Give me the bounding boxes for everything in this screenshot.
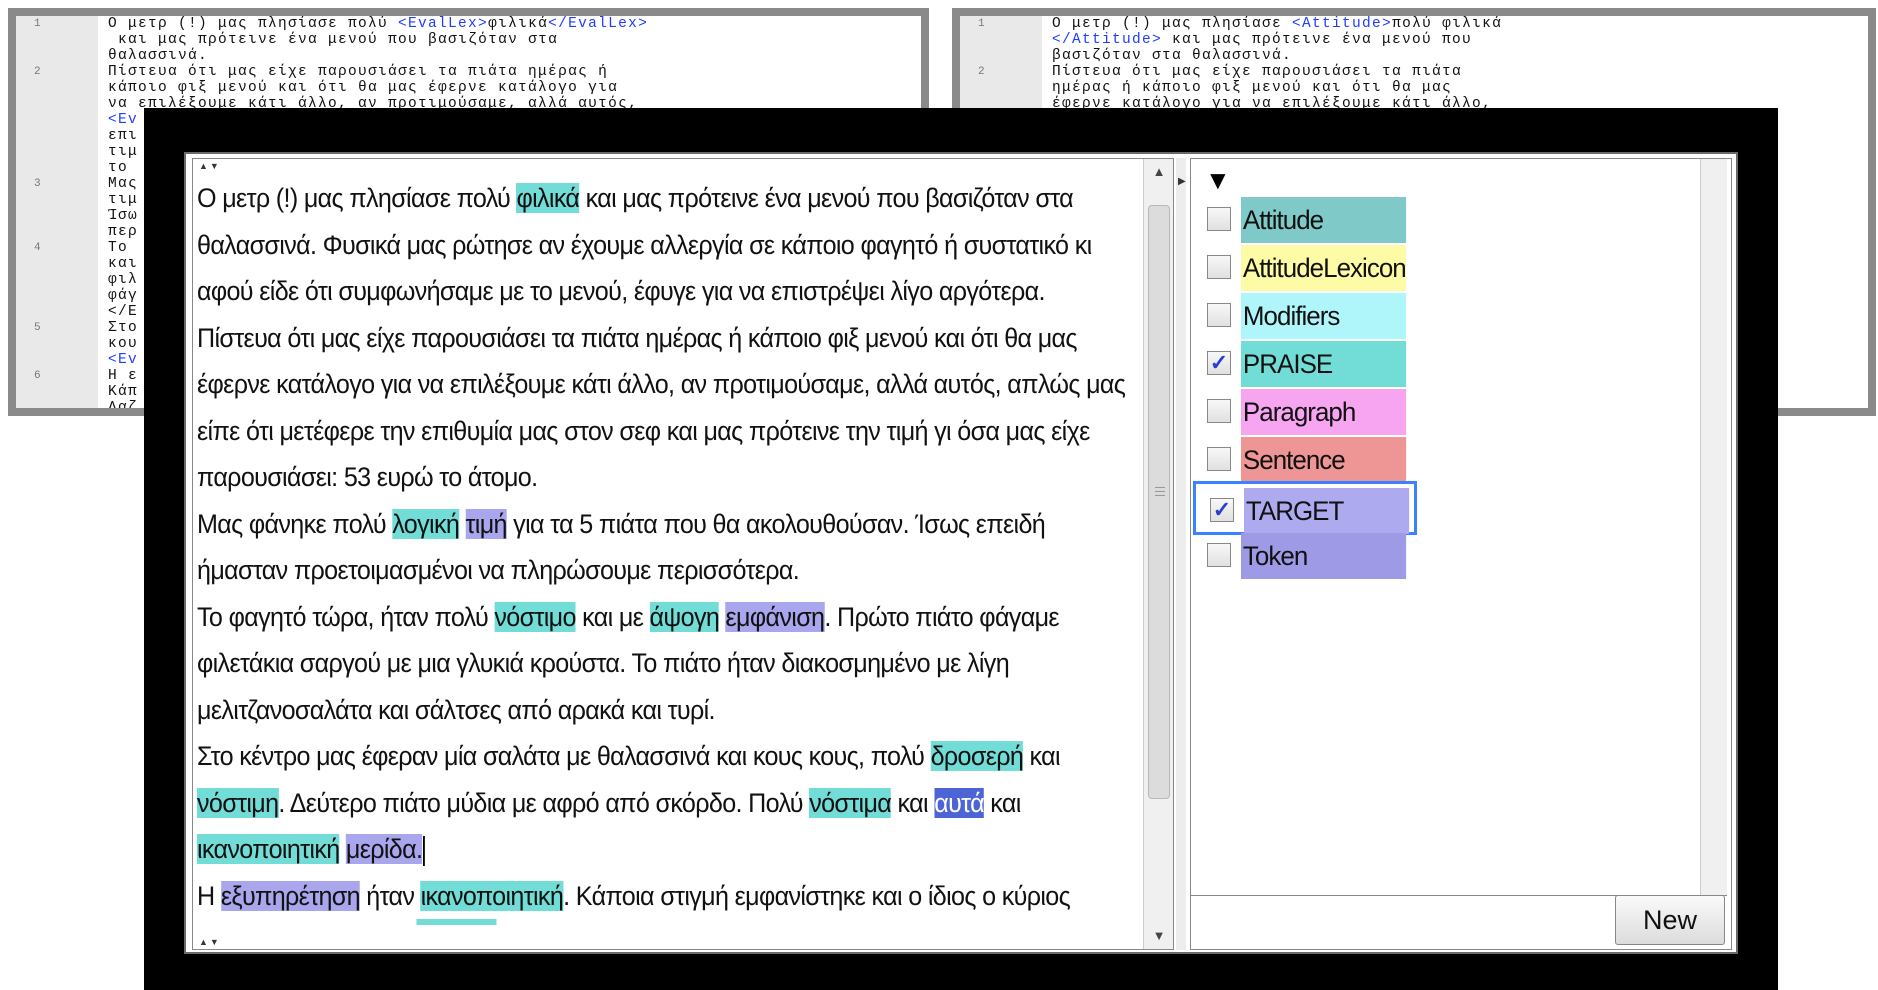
text-segment: Το φαγητό τώρα, ήταν πολύ [197, 601, 495, 632]
text-segment: Στο κέντρο μας έφεραν μία σαλάτα με θαλα… [197, 741, 931, 771]
annotation-window: Ο μετρ (!) μας πλησίασε πολύ φιλικά και … [184, 152, 1738, 954]
praise-annotation[interactable]: ικανοποιητική [197, 834, 340, 864]
tag-label: Paragraph [1241, 389, 1407, 435]
tag-row-attitudelexicon[interactable]: AttitudeLexicon [1193, 241, 1417, 295]
selected-annotation[interactable]: αυτά [934, 787, 985, 818]
praise-annotation[interactable]: λογική [392, 508, 460, 539]
tag-row-sentence[interactable]: Sentence [1193, 433, 1417, 487]
line-number: 1 [34, 18, 41, 30]
paragraph[interactable]: Πίστευα ότι μας είχε παρουσιάσει τα πιάτ… [197, 315, 1133, 501]
target-annotation[interactable]: εξυπηρέτηση [220, 880, 361, 911]
praise-annotation[interactable]: φιλικά [516, 183, 580, 213]
tag-label: AttitudeLexicon [1241, 245, 1407, 291]
grip-icon: — — — [1155, 482, 1165, 501]
target-annotation[interactable]: εμφάνιση [725, 601, 825, 632]
tag-checkbox-attitudelexicon[interactable] [1207, 255, 1231, 279]
text-segment: Ο μετρ (!) μας πλησίασε πολύ [197, 183, 517, 213]
annotation-window-frame: Ο μετρ (!) μας πλησίασε πολύ φιλικά και … [144, 108, 1778, 990]
text-segment [459, 509, 465, 539]
scroll-down-icon[interactable]: ▼ [1144, 923, 1174, 949]
tag-checkbox-target[interactable]: ✓ [1210, 498, 1234, 522]
text-segment: . Δεύτερο πιάτο μύδια με αφρό από σκόρδο… [278, 787, 810, 818]
xml-line: 1 Ο μετρ (!) μας πλησίασε <Attitude>πολύ … [960, 16, 1868, 64]
clipped-annotation [416, 919, 497, 925]
tag-row-modifiers[interactable]: Modifiers [1193, 289, 1417, 343]
splitter-arrow-icon[interactable]: ▶ [1178, 176, 1186, 187]
tag-checkbox-modifiers[interactable] [1207, 303, 1231, 327]
text-segment: Μας φάνηκε πολύ [197, 508, 393, 539]
praise-annotation[interactable]: νόστιμα [809, 787, 892, 818]
dropdown-arrow-icon[interactable]: ▼ [1205, 167, 1231, 193]
expand-arrows-icon[interactable]: ▲▼ [199, 937, 221, 947]
tag-list-pane: ▼ Attitude AttitudeLexicon Modifiers ✓ PRAIS… [1190, 158, 1732, 950]
tag-label: Attitude [1241, 197, 1407, 243]
tag-label: Token [1241, 533, 1407, 579]
praise-annotation[interactable]: άψογη [649, 601, 720, 632]
line-number: 3 [34, 178, 41, 190]
new-button[interactable]: New [1615, 895, 1725, 945]
annotated-text[interactable]: Ο μετρ (!) μας πλησίασε πολύ φιλικά και … [197, 175, 1133, 935]
tag-row-attitude[interactable]: Attitude [1193, 193, 1417, 247]
text-caret [423, 835, 426, 866]
tag-checkbox-paragraph[interactable] [1207, 399, 1231, 423]
line-number: 2 [34, 66, 41, 78]
text-segment: και [891, 787, 935, 818]
tag-checkbox-token[interactable] [1207, 543, 1231, 567]
editor-scrollbar[interactable]: ▲ — — — ▼ [1143, 159, 1173, 949]
text-segment: και με [575, 601, 650, 632]
praise-annotation[interactable]: ικανοποιητική [420, 880, 564, 911]
xml-line: 1 Ο μετρ (!) μας πλησίασε πολύ <EvalLex>φ… [16, 16, 921, 64]
tag-label: TARGET [1244, 488, 1410, 534]
paragraph[interactable]: Η εξυπηρέτηση ήταν ικανοποιητική. Κάποια… [197, 873, 1133, 920]
tag-label: Modifiers [1241, 293, 1407, 339]
collapse-arrows-icon[interactable]: ▲▼ [199, 161, 221, 171]
tag-list-scrollbar[interactable] [1700, 159, 1727, 895]
xml-line-text: Ο μετρ (!) μας πλησίασε <Attitude>πολύ φ… [1052, 16, 1503, 64]
pane-splitter[interactable]: ▶ [1176, 158, 1186, 950]
xml-line-text: Ο μετρ (!) μας πλησίασε πολύ <EvalLex>φι… [108, 16, 649, 64]
paragraph[interactable]: Το φαγητό τώρα, ήταν πολύ νόστιμο και με… [197, 594, 1133, 734]
tag-row-praise[interactable]: ✓ PRAISE [1193, 337, 1417, 391]
line-number: 5 [34, 322, 41, 334]
line-number: 1 [978, 18, 985, 30]
tag-checkbox-attitude[interactable] [1207, 207, 1231, 231]
line-number: 2 [978, 66, 985, 78]
tag-row-paragraph[interactable]: Paragraph [1193, 385, 1417, 439]
praise-annotation[interactable]: δροσερή [930, 741, 1024, 771]
text-editor-pane[interactable]: Ο μετρ (!) μας πλησίασε πολύ φιλικά και … [192, 158, 1174, 950]
paragraph[interactable]: Μας φάνηκε πολύ λογική τιμή για τα 5 πιά… [197, 501, 1133, 594]
paragraph[interactable]: Ο μετρ (!) μας πλησίασε πολύ φιλικά και … [197, 175, 1133, 315]
tag-checkbox-praise[interactable]: ✓ [1207, 351, 1231, 375]
line-number: 4 [34, 242, 41, 254]
tag-label: Sentence [1241, 437, 1407, 483]
scroll-thumb[interactable]: — — — [1148, 205, 1170, 799]
target-annotation[interactable]: μερίδα. [345, 834, 423, 864]
paragraph[interactable]: Στο κέντρο μας έφεραν μία σαλάτα με θαλα… [197, 733, 1133, 873]
tag-checkbox-sentence[interactable] [1207, 447, 1231, 471]
text-segment: Η [197, 880, 221, 911]
tag-row-target[interactable]: ✓ TARGET [1193, 481, 1417, 535]
scroll-up-icon[interactable]: ▲ [1144, 159, 1174, 185]
tag-list: ▼ Attitude AttitudeLexicon Modifiers ✓ PRAIS… [1191, 159, 1727, 896]
text-segment: . Κάποια στιγμή εμφανίστηκε και ο ίδιος … [563, 880, 1071, 911]
text-segment: και [983, 787, 1021, 818]
praise-annotation[interactable]: νόστιμο [494, 601, 576, 632]
tag-label: PRAISE [1241, 341, 1407, 387]
praise-annotation[interactable]: νόστιμη [197, 787, 279, 818]
target-annotation[interactable]: τιμή [465, 508, 507, 539]
line-number: 6 [34, 370, 41, 382]
text-segment: ήταν [359, 880, 421, 911]
text-segment: Πίστευα ότι μας είχε παρουσιάσει τα πιάτ… [197, 322, 1126, 493]
tag-row-token[interactable]: Token [1193, 529, 1417, 583]
text-segment: και [1023, 741, 1061, 771]
